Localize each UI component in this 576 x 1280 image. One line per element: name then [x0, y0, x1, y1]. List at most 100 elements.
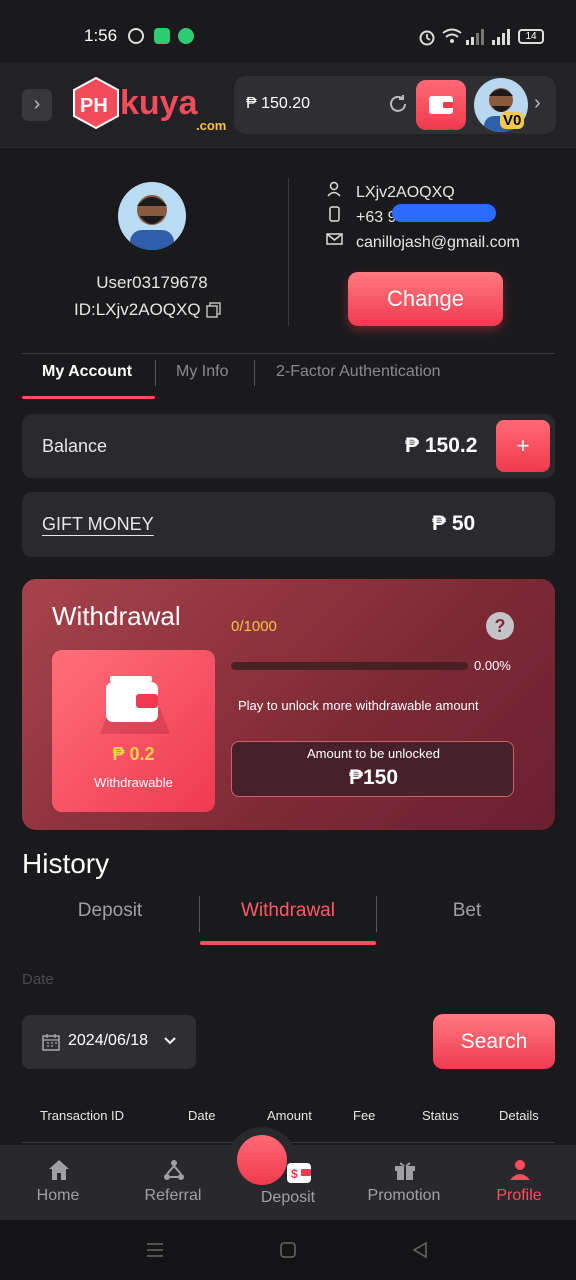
wallet-icon [429, 96, 453, 114]
username: User03179678 [96, 273, 208, 292]
user-icon [327, 181, 341, 197]
nav-profile[interactable]: Profile [471, 1145, 567, 1220]
date-value: 2024/06/18 [68, 1032, 149, 1049]
withdrawable-box: ₱ 0.2 Withdrawable [52, 650, 215, 812]
tab-2fa[interactable]: 2-Factor Authentication [276, 363, 441, 381]
history-tab-withdrawal[interactable]: Withdrawal [218, 900, 358, 922]
change-button[interactable]: Change [348, 272, 503, 326]
tab-active-indicator [22, 396, 155, 399]
tab-separator [254, 360, 255, 386]
svg-text:PH: PH [80, 95, 108, 117]
nav-deposit-label: Deposit [260, 1189, 316, 1206]
history-tab-deposit[interactable]: Deposit [40, 900, 180, 922]
phone-icon [329, 206, 340, 222]
wallet-icon [100, 676, 170, 734]
app-header: › PH kuya .com ₱ 150.20 V0 › [0, 62, 576, 148]
mail-icon [326, 233, 343, 245]
wallet-pill: ₱ 150.20 V0 › [234, 76, 556, 134]
account-id: LXjv2AOQXQ [356, 184, 455, 201]
nav-home-label: Home [36, 1187, 80, 1204]
phkuya-logo[interactable]: PH kuya .com [70, 74, 232, 136]
withdrawal-card: Withdrawal 0/1000 ? ₱ 0.2 Withdrawable 0… [22, 579, 555, 830]
system-nav-bar [0, 1220, 576, 1280]
chat-notification-icon [178, 28, 194, 44]
home-icon [49, 1160, 69, 1180]
withdrawal-hint: Play to unlock more withdrawable amount [238, 698, 479, 713]
svg-text:kuya: kuya [120, 84, 199, 122]
balance-value: ₱ 150.2 [405, 434, 478, 457]
gift-money-label[interactable]: GIFT MONEY [42, 514, 154, 535]
calendar-icon [42, 1034, 60, 1051]
date-picker[interactable]: 2024/06/18 [22, 1015, 196, 1069]
email-row: canillojash@gmail.com [326, 231, 520, 252]
tab-separator [199, 896, 200, 932]
unlock-value: ₱150 [348, 766, 399, 789]
history-tab-indicator [200, 941, 376, 945]
withdrawal-title: Withdrawal [52, 601, 181, 631]
wallet-button[interactable] [416, 80, 466, 130]
tab-separator [155, 360, 156, 386]
balance-label: Balance [42, 436, 108, 456]
profile-icon [510, 1160, 530, 1180]
back-icon[interactable] [412, 1242, 428, 1258]
email: canillojash@gmail.com [356, 234, 520, 251]
vip-badge: V0 [500, 112, 525, 129]
tabs-divider [22, 353, 555, 354]
battery-icon: 14 [518, 29, 544, 44]
copy-icon[interactable] [206, 302, 222, 318]
chevron-right-icon[interactable]: › [534, 92, 541, 115]
withdrawal-counter: 0/1000 [231, 618, 277, 635]
add-funds-button[interactable]: + [496, 420, 550, 472]
svg-text:$: $ [291, 1167, 298, 1181]
history-tab-bet[interactable]: Bet [397, 900, 537, 922]
column-header-fee: Fee [353, 1108, 376, 1123]
home-system-icon[interactable] [280, 1242, 296, 1258]
recent-apps-icon[interactable] [146, 1242, 164, 1258]
column-header-status: Status [422, 1108, 459, 1123]
signal-icon [466, 29, 484, 45]
account-id-row: LXjv2AOQXQ [326, 181, 455, 202]
header-balance: ₱ 150.20 [246, 95, 311, 112]
column-header-details: Details [499, 1108, 539, 1123]
unlock-label: Amount to be unlocked [307, 746, 440, 761]
tab-my-account[interactable]: My Account [42, 363, 132, 381]
battery-level: 14 [525, 31, 537, 42]
status-bar: 1:56 14 [0, 0, 576, 62]
date-label: Date [22, 971, 54, 988]
deposit-bubble: $ [227, 1127, 311, 1197]
chevron-down-icon [164, 1037, 176, 1045]
profile-avatar[interactable] [118, 182, 186, 250]
nav-promotion-label: Promotion [367, 1187, 441, 1204]
redaction-mark [392, 204, 496, 222]
divider [288, 178, 289, 326]
refresh-icon[interactable] [386, 92, 410, 116]
column-header-amount: Amount [267, 1108, 312, 1123]
nav-referral-label: Referral [144, 1187, 202, 1204]
nav-deposit[interactable]: $ Deposit [227, 1127, 336, 1220]
progress-percent: 0.00% [474, 658, 511, 673]
svg-text:.com: .com [196, 118, 226, 133]
search-button[interactable]: Search [433, 1014, 555, 1069]
bottom-nav: Home Referral $ Deposit Promotion Profil… [0, 1127, 576, 1220]
app-notification-icon [154, 28, 170, 44]
gift-money-value: ₱ 50 [432, 512, 476, 535]
help-icon[interactable]: ? [486, 612, 514, 640]
withdrawable-amount: ₱ 0.2 [112, 744, 155, 764]
wifi-icon [442, 28, 462, 43]
column-header-transaction-id: Transaction ID [40, 1108, 125, 1123]
withdrawal-progress-bar [231, 662, 468, 670]
deposit-icon: $ [237, 1135, 311, 1185]
gift-money-card: GIFT MONEY ₱ 50 [22, 492, 555, 557]
user-id: ID:LXjv2AOQXQ [74, 300, 201, 319]
phone-row: +63 9 [326, 206, 396, 227]
withdrawable-label: Withdrawable [94, 775, 173, 790]
nav-home[interactable]: Home [10, 1145, 106, 1220]
nav-referral[interactable]: Referral [125, 1145, 221, 1220]
balance-card: Balance ₱ 150.2 + [22, 414, 555, 478]
nav-promotion[interactable]: Promotion [356, 1145, 452, 1220]
menu-toggle-button[interactable]: › [22, 89, 52, 121]
tab-my-info[interactable]: My Info [176, 363, 228, 381]
alarm-icon [419, 30, 435, 46]
referral-icon [164, 1160, 184, 1180]
unlock-amount-box: Amount to be unlocked ₱150 [231, 741, 514, 797]
